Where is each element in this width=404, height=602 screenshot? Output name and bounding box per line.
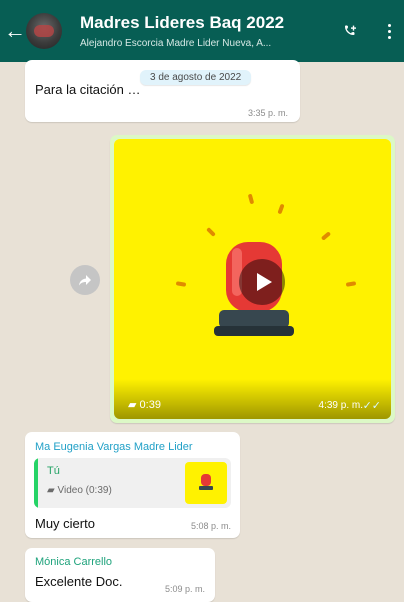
back-arrow-icon[interactable]: ←: [4, 18, 26, 44]
video-thumbnail[interactable]: ▰ 0:39 4:39 p. m. ✓✓: [114, 139, 391, 419]
reply-quote[interactable]: Tú ▰ Video (0:39): [34, 458, 231, 508]
phone-plus-icon[interactable]: [342, 24, 358, 40]
reply-sender: Tú: [47, 465, 60, 477]
message-sender[interactable]: Mónica Carrello: [35, 556, 112, 568]
video-message[interactable]: ▰ 0:39 4:39 p. m. ✓✓: [110, 135, 395, 423]
message-time: 5:08 p. m.: [190, 521, 231, 531]
read-receipt-icon: ✓✓: [362, 400, 381, 412]
more-vertical-icon[interactable]: [386, 24, 392, 40]
message-text: Excelente Doc.: [35, 574, 123, 589]
message-bubble-incoming[interactable]: Mónica Carrello Excelente Doc. 5:09 p. m…: [25, 548, 215, 602]
message-sender[interactable]: Ma Eugenia Vargas Madre Lider: [35, 441, 193, 453]
message-text: Muy cierto: [35, 516, 95, 531]
message-time: 3:35 p. m.: [247, 108, 288, 118]
chat-title[interactable]: Madres Lideres Baq 2022: [80, 13, 284, 33]
message-time: 4:39 p. m.: [318, 400, 363, 411]
chat-header: ← Madres Lideres Baq 2022 Alejandro Esco…: [0, 0, 404, 62]
chat-subtitle[interactable]: Alejandro Escorcia Madre Lider Nueva, A.…: [80, 38, 330, 49]
message-time: 5:09 p. m.: [164, 584, 205, 594]
play-button[interactable]: [239, 259, 285, 305]
date-separator: 3 de agosto de 2022: [140, 70, 252, 85]
forward-icon[interactable]: [70, 265, 100, 295]
message-text: Para la citación …: [35, 82, 141, 97]
group-avatar[interactable]: [26, 13, 62, 49]
reply-preview: ▰ Video (0:39): [47, 485, 112, 496]
video-icon: ▰: [47, 485, 55, 496]
message-bubble-incoming[interactable]: Ma Eugenia Vargas Madre Lider Tú ▰ Video…: [25, 432, 240, 538]
video-camera-icon: ▰: [128, 399, 137, 411]
video-duration: ▰ 0:39: [128, 399, 161, 411]
reply-thumbnail[interactable]: [185, 462, 227, 504]
